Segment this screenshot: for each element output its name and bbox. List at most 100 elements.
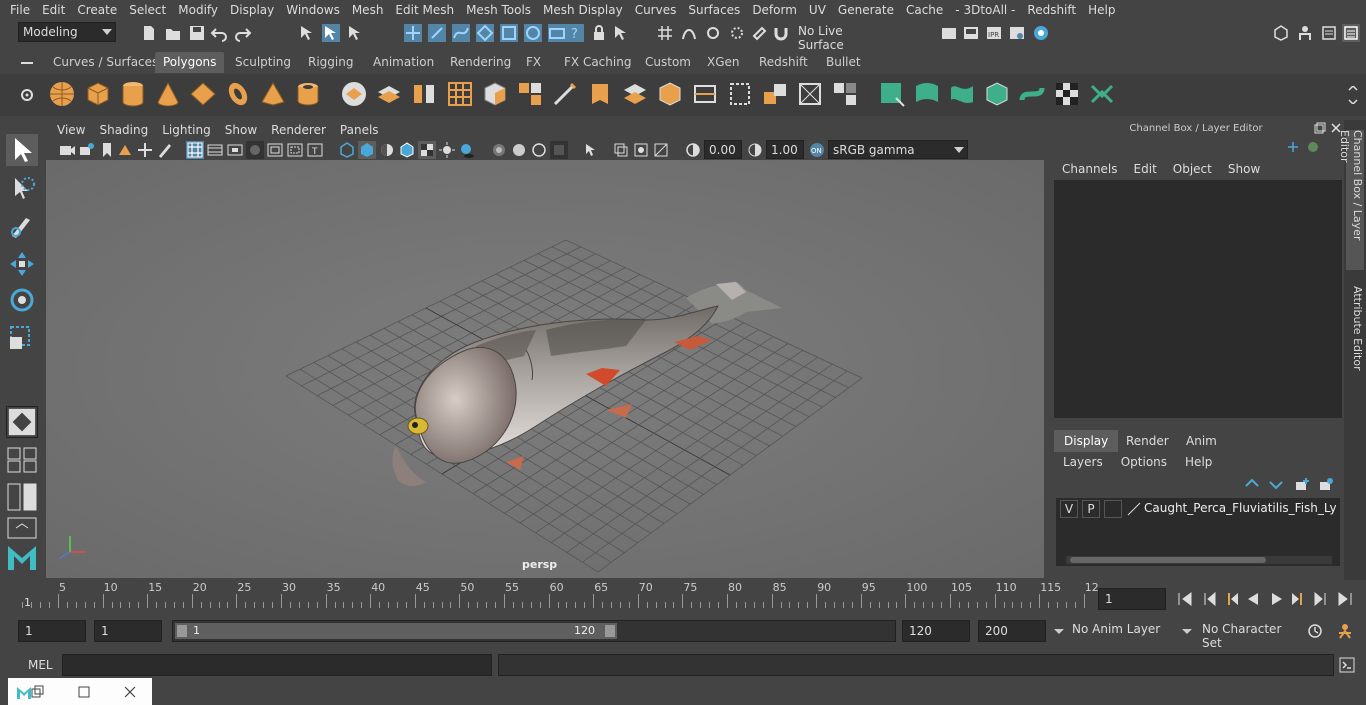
scene-canvas[interactable] — [46, 160, 1044, 578]
layer-playback-toggle[interactable]: P — [1082, 500, 1100, 518]
step-forward-icon[interactable] — [1312, 590, 1330, 608]
extrude-icon[interactable] — [446, 80, 474, 108]
lasso-tool-icon[interactable] — [6, 174, 38, 206]
shelf-tab-fx[interactable]: FX — [518, 52, 549, 73]
poly-torus-icon[interactable] — [224, 80, 252, 108]
status-dot-icon[interactable] — [1306, 140, 1320, 154]
poly-pipe-icon[interactable] — [294, 80, 322, 108]
spherical-mapping-icon[interactable] — [761, 80, 789, 108]
target-weld-icon[interactable] — [586, 80, 614, 108]
2d-pan-zoom-icon[interactable] — [136, 141, 154, 159]
current-frame-field[interactable]: 1 — [1098, 588, 1166, 610]
multi-cut-icon[interactable] — [551, 80, 579, 108]
view-transform-selector[interactable]: sRGB gamma — [828, 140, 968, 159]
shelf-tab-custom[interactable]: Custom — [637, 52, 699, 73]
poly-cylinder-icon[interactable] — [119, 80, 147, 108]
channel-box-menu-object[interactable]: Object — [1165, 160, 1220, 180]
symmetry-icon[interactable] — [1088, 80, 1116, 108]
poly-cube-icon[interactable] — [84, 80, 112, 108]
mode-selector[interactable]: Modeling — [18, 22, 116, 42]
auto-key-icon[interactable] — [1306, 622, 1324, 640]
mesh-green-wave-icon[interactable] — [948, 80, 976, 108]
layer-menu-help[interactable]: Help — [1176, 454, 1221, 472]
script-editor-icon[interactable] — [1338, 656, 1356, 674]
safe-action-icon[interactable] — [286, 141, 304, 159]
offset-edge-loop-icon[interactable] — [656, 80, 684, 108]
menu-create[interactable]: Create — [71, 3, 123, 17]
viewport-menu-shading[interactable]: Shading — [92, 123, 155, 137]
shadows-icon[interactable] — [458, 141, 476, 159]
range-slider-start-grip[interactable] — [177, 625, 187, 637]
snap-together-tool-icon[interactable] — [6, 406, 38, 438]
select-dynamics-icon[interactable] — [524, 24, 542, 42]
poly-plane-icon[interactable] — [189, 80, 217, 108]
menu-redshift[interactable]: Redshift — [1021, 3, 1082, 17]
layer-type-toggle[interactable] — [1104, 500, 1122, 518]
safe-title-icon[interactable]: T — [306, 141, 324, 159]
shelf-tab-fx-caching[interactable]: FX Caching — [556, 52, 639, 73]
character-controls-icon[interactable] — [1296, 24, 1314, 42]
motion-blur-icon[interactable] — [510, 141, 528, 159]
shelf-menu-icon[interactable] — [18, 54, 36, 72]
perspective-viewport[interactable]: persp — [46, 160, 1044, 578]
menu-help[interactable]: Help — [1082, 3, 1121, 17]
grid-toggle-icon[interactable] — [186, 141, 204, 159]
shelf-scroll-icon[interactable] — [1344, 86, 1362, 104]
gate-mask-icon[interactable] — [246, 141, 264, 159]
wireframe-icon[interactable] — [338, 141, 356, 159]
channel-box-menu-edit[interactable]: Edit — [1126, 160, 1165, 180]
xray-components-icon[interactable] — [652, 141, 670, 159]
character-set-selector[interactable]: No Character Set — [1198, 620, 1298, 650]
exposure-icon[interactable] — [684, 141, 702, 159]
layout-uv-icon[interactable] — [831, 80, 859, 108]
viewport-menu-panels[interactable]: Panels — [333, 123, 386, 137]
chevron-down-icon[interactable] — [1178, 622, 1196, 640]
snap-to-point-icon[interactable] — [704, 24, 722, 42]
resolution-gate-icon[interactable] — [226, 141, 244, 159]
mesh-green-bend-icon[interactable] — [913, 80, 941, 108]
shelf-tab-redshift[interactable]: Redshift — [751, 52, 816, 73]
ipr-render-icon[interactable]: IPR — [985, 24, 1003, 42]
select-surfaces-icon[interactable] — [476, 24, 494, 42]
use-default-material-icon[interactable] — [378, 141, 396, 159]
lock-icon[interactable] — [590, 24, 608, 42]
camera-attributes-icon[interactable] — [78, 141, 96, 159]
depth-of-field-icon[interactable] — [550, 141, 568, 159]
axis-toggle-icon[interactable] — [1286, 140, 1300, 154]
select-tool-icon[interactable] — [6, 134, 38, 166]
layer-tab-anim[interactable]: Anim — [1176, 430, 1227, 452]
chevron-down-icon[interactable] — [1050, 622, 1068, 640]
field-chart-icon[interactable] — [266, 141, 284, 159]
snap-to-curve-icon[interactable] — [680, 24, 698, 42]
menu-deform[interactable]: Deform — [746, 3, 803, 17]
undo-icon[interactable] — [210, 24, 228, 42]
range-slider-track[interactable]: 1 120 — [172, 620, 896, 642]
image-plane-icon[interactable] — [116, 141, 134, 159]
command-input[interactable] — [62, 654, 492, 676]
separate-icon[interactable] — [375, 80, 403, 108]
scale-tool-icon[interactable] — [6, 322, 38, 354]
xray-icon[interactable] — [612, 141, 630, 159]
play-backwards-icon[interactable] — [1244, 590, 1262, 608]
select-by-object-icon[interactable] — [322, 24, 340, 42]
menu-mesh[interactable]: Mesh — [346, 3, 390, 17]
smooth-icon[interactable] — [410, 80, 438, 108]
bevel-icon[interactable] — [481, 80, 509, 108]
live-surface-field[interactable]: No Live Surface — [794, 22, 890, 52]
layer-tab-display[interactable]: Display — [1054, 430, 1119, 452]
textured-icon[interactable] — [418, 141, 436, 159]
layer-color-icon[interactable] — [1126, 501, 1142, 517]
menu-select[interactable]: Select — [123, 3, 172, 17]
attribute-editor-toggle-icon[interactable] — [1320, 24, 1338, 42]
anti-aliasing-icon[interactable] — [530, 141, 548, 159]
range-slider-end-grip[interactable] — [605, 625, 615, 637]
scene-start-field[interactable]: 1 — [18, 620, 86, 642]
poly-cone-icon[interactable] — [154, 80, 182, 108]
bookmark-icon[interactable] — [98, 141, 116, 159]
side-tab-attribute-editor[interactable]: Attribute Editor — [1346, 286, 1364, 376]
outliner-layout-icon[interactable] — [6, 516, 38, 540]
gear-icon[interactable] — [18, 86, 36, 104]
select-by-component-icon[interactable] — [346, 24, 364, 42]
shelf-tab-bullet[interactable]: Bullet — [818, 52, 869, 73]
move-layer-up-icon[interactable] — [1244, 476, 1260, 492]
